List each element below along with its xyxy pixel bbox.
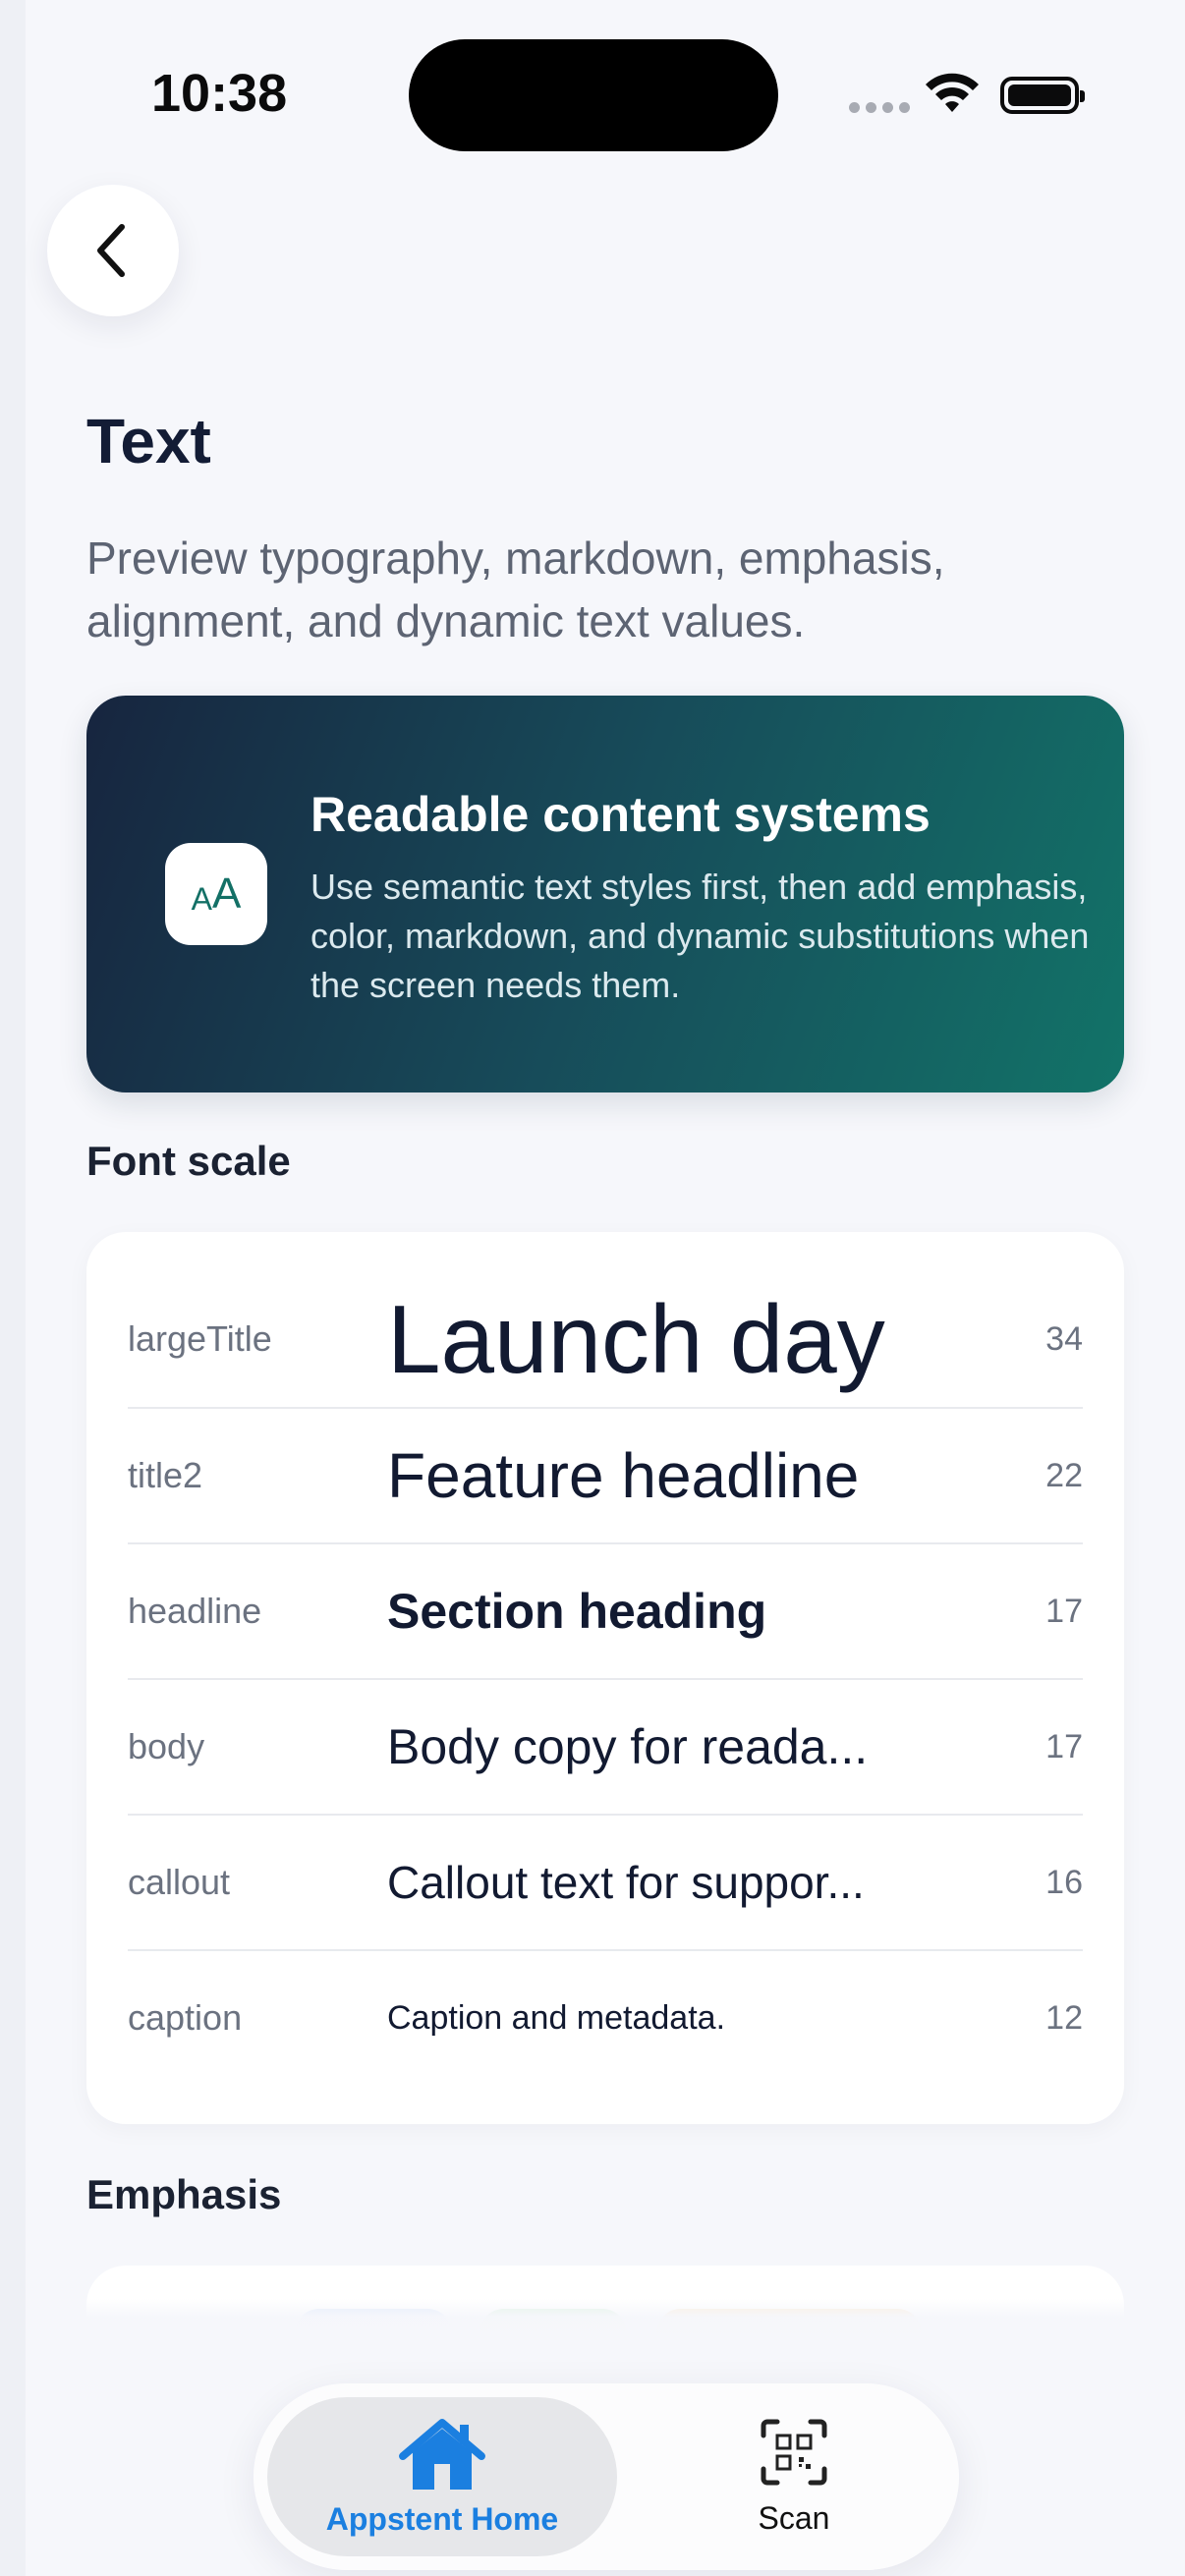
style-name: callout <box>128 1862 231 1902</box>
tab-bar: Appstent Home Scan <box>254 2383 959 2570</box>
text-size-icon-small: A <box>191 880 212 917</box>
style-sample: Section heading <box>387 1584 767 1639</box>
style-size: 17 <box>1045 1592 1083 1630</box>
font-scale-row: callout Callout text for suppor... 16 <box>128 1814 1083 1949</box>
text-size-icon: AA <box>165 843 267 945</box>
style-name: caption <box>128 1997 243 2038</box>
chevron-left-icon <box>97 224 125 277</box>
hero-body: Use semantic text styles first, then add… <box>310 867 1090 1005</box>
tab-label: Appstent Home <box>325 2500 559 2537</box>
status-time: 10:38 <box>151 64 288 123</box>
cellular-signal-icon <box>849 102 910 113</box>
screen: 10:38 Text Preview typography, markdown,… <box>26 0 1185 2576</box>
house-icon <box>399 2418 485 2490</box>
font-scale-row: body Body copy for reada... 17 <box>128 1678 1083 1814</box>
text-size-icon-large: A <box>211 869 242 918</box>
style-sample: Body copy for reada... <box>387 1719 869 1774</box>
style-size: 34 <box>1045 1319 1083 1358</box>
back-button[interactable] <box>47 185 179 316</box>
style-sample: Caption and metadata. <box>387 1998 726 2037</box>
hero-card: AA Readable content systems Use semantic… <box>86 696 1124 1092</box>
font-scale-row: headline Section heading 17 <box>128 1542 1083 1678</box>
battery-icon <box>1000 77 1085 114</box>
style-name: largeTitle <box>128 1318 272 1359</box>
page-title: Text <box>86 406 211 476</box>
style-sample: Feature headline <box>387 1440 860 1511</box>
tab-appstent-home[interactable]: Appstent Home <box>267 2397 617 2556</box>
style-sample: Callout text for suppor... <box>387 1857 865 1908</box>
font-scale-card: largeTitle Launch day 34 title2 Feature … <box>86 1232 1124 2124</box>
font-scale-row: largeTitle Launch day 34 <box>128 1271 1083 1407</box>
style-size: 12 <box>1045 1998 1083 2037</box>
qr-scan-icon <box>761 2419 827 2485</box>
hero-title: Readable content systems <box>310 787 931 842</box>
wifi-icon <box>926 73 979 112</box>
tab-label: Scan <box>758 2499 830 2536</box>
section-title-font-scale: Font scale <box>86 1138 291 1184</box>
style-size: 17 <box>1045 1727 1083 1765</box>
style-size: 16 <box>1045 1863 1083 1901</box>
font-scale-row: caption Caption and metadata. 12 <box>128 1949 1083 2085</box>
page-subtitle: Preview typography, markdown, emphasis, … <box>86 532 945 646</box>
style-name: title2 <box>128 1455 203 1495</box>
tab-scan[interactable]: Scan <box>666 2397 922 2556</box>
font-scale-row: title2 Feature headline 22 <box>128 1407 1083 1542</box>
style-sample: Launch day <box>387 1284 885 1393</box>
style-size: 22 <box>1045 1456 1083 1494</box>
style-name: body <box>128 1726 205 1766</box>
section-title-emphasis: Emphasis <box>86 2171 282 2217</box>
dynamic-island <box>409 39 778 151</box>
style-name: headline <box>128 1591 262 1631</box>
